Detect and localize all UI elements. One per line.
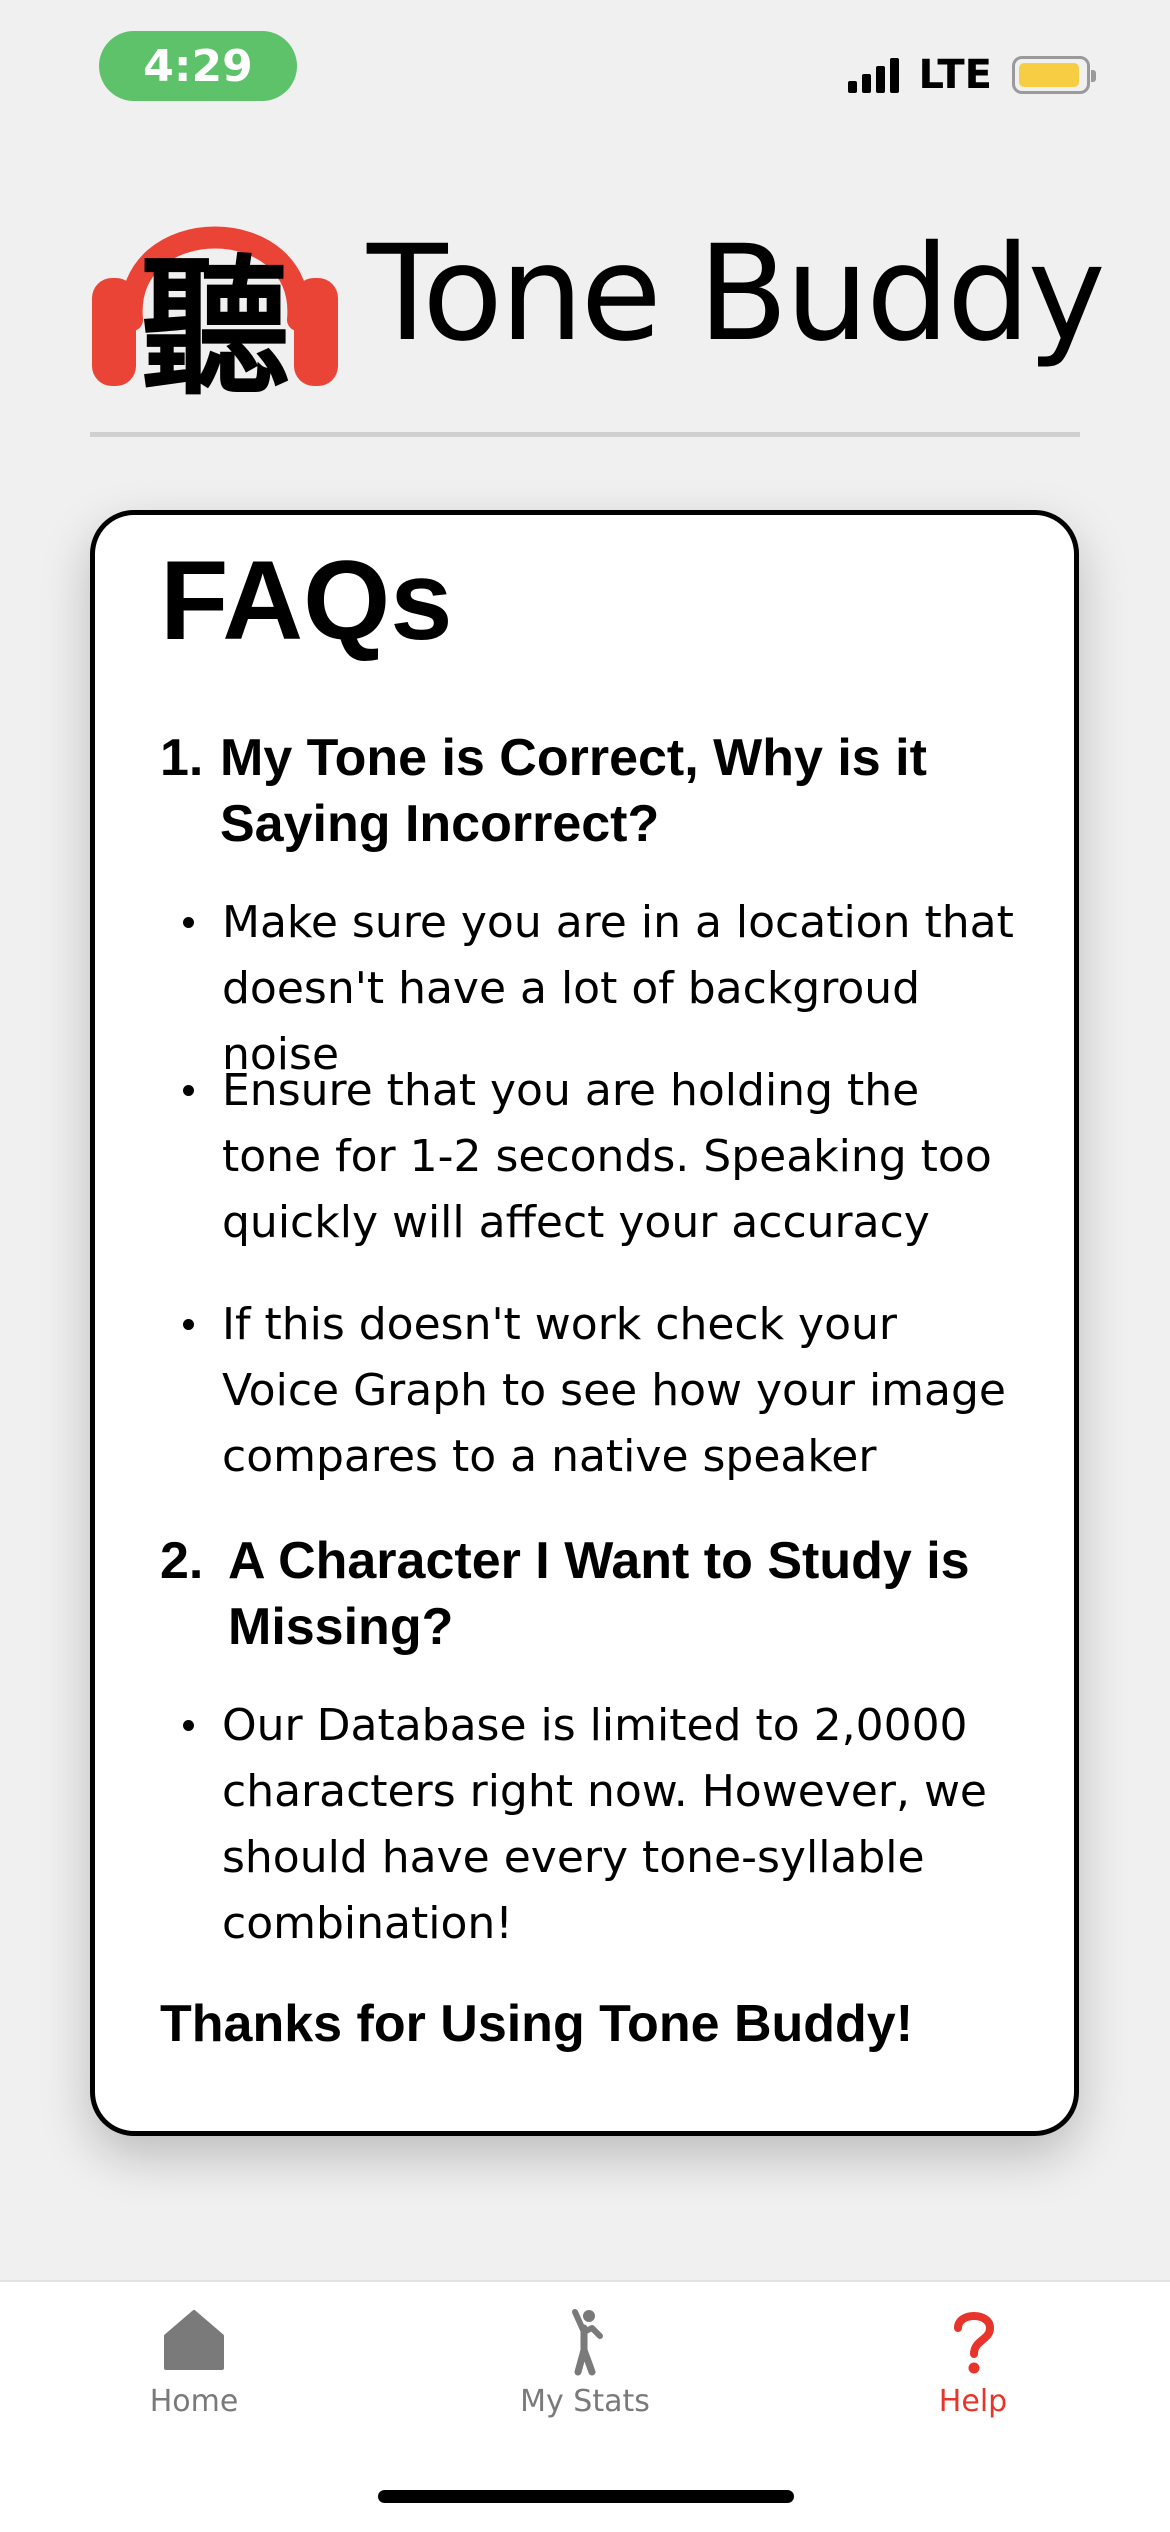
battery-icon xyxy=(1012,56,1096,94)
tab-home-label: Home xyxy=(149,2384,239,2419)
status-indicators: LTE xyxy=(847,52,1096,98)
answer-text: Our Database is limited to 2,0000 charac… xyxy=(222,1700,987,1949)
person-stats-icon xyxy=(572,2309,603,2376)
status-time: 4:29 xyxy=(99,31,297,101)
bullet-dot xyxy=(183,1720,194,1731)
bullet-dot xyxy=(183,1319,194,1330)
logo-character: 聽 xyxy=(140,242,290,396)
faq-card: FAQs 1. My Tone is Correct, Why is it Sa… xyxy=(90,510,1079,2136)
faq-closing-text: Thanks for Using Tone Buddy! xyxy=(160,1995,914,2053)
answer-text: Ensure that you are holding the tone for… xyxy=(222,1065,992,1248)
signal-icon xyxy=(847,57,899,93)
header-divider xyxy=(90,432,1080,437)
answer-text: If this doesn't work check your Voice Gr… xyxy=(222,1299,1006,1482)
bullet-dot xyxy=(183,1085,194,1096)
tab-my-stats[interactable]: My Stats xyxy=(465,2306,705,2419)
tab-help[interactable]: Help xyxy=(853,2306,1093,2419)
question-number: 1. xyxy=(160,729,204,787)
bullet-dot xyxy=(183,917,194,928)
question-text: A Character I Want to Study is Missing? xyxy=(228,1532,970,1656)
question-text: My Tone is Correct, Why is it Saying Inc… xyxy=(220,729,927,853)
app-title: Tone Buddy xyxy=(367,217,1106,371)
screen-edge xyxy=(1082,0,1170,2532)
app-screen: 4:29 LTE 聽 Tone Buddy FAQs 1. My Tone is… xyxy=(0,0,1170,2532)
network-type: LTE xyxy=(918,52,992,98)
home-indicator[interactable] xyxy=(378,2490,794,2503)
home-icon xyxy=(164,2310,224,2370)
tab-home[interactable]: Home xyxy=(74,2306,314,2419)
faq-title: FAQs xyxy=(160,538,453,663)
question-number: 2. xyxy=(160,1532,204,1590)
tab-my-stats-label: My Stats xyxy=(520,2384,650,2419)
headphones-logo-icon: 聽 xyxy=(92,226,338,396)
tab-help-label: Help xyxy=(938,2384,1008,2419)
question-mark-icon xyxy=(954,2312,995,2374)
